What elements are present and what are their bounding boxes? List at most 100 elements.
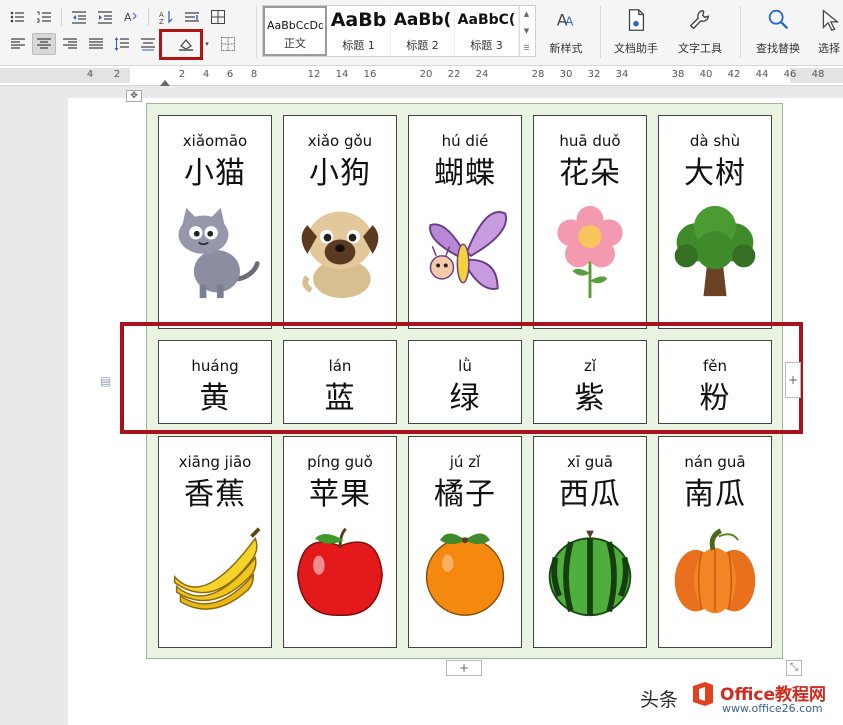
orange-icon <box>417 523 513 619</box>
ruler-number: 28 <box>531 69 545 80</box>
ruler-number: 24 <box>475 69 489 80</box>
doc-assistant-button[interactable]: 文档助手 <box>610 6 662 58</box>
bullet-list-icon[interactable] <box>6 6 30 28</box>
new-style-icon: AA <box>552 6 580 34</box>
hanzi-text: 大树 <box>684 156 746 191</box>
style-label: 标题 1 <box>342 39 375 52</box>
ruler-margin-left <box>0 68 130 83</box>
align-right-icon[interactable] <box>58 33 82 55</box>
style-label: 标题 2 <box>406 39 439 52</box>
numbered-list-icon[interactable] <box>32 6 56 28</box>
butterfly-icon <box>417 202 513 302</box>
svg-text:A: A <box>565 15 574 29</box>
style-sample: AaBbC( <box>457 12 516 28</box>
table-resize-handle[interactable]: ⤡ <box>786 660 802 676</box>
ruler-number: 48 <box>811 69 825 80</box>
ruler-number: 42 <box>727 69 741 80</box>
text-tools-label: 文字工具 <box>678 42 722 55</box>
card-fruit[interactable]: píng guǒ 苹果 <box>283 436 397 648</box>
new-style-button[interactable]: AA 新样式 <box>542 6 590 58</box>
ruler-number: 16 <box>363 69 377 80</box>
hanzi-text: 蝴蝶 <box>434 156 496 191</box>
hanzi-text: 西瓜 <box>559 477 621 512</box>
ruler-number: 38 <box>671 69 685 80</box>
text-direction-icon[interactable]: A <box>119 6 143 28</box>
indent-marker[interactable] <box>160 80 170 86</box>
hanzi-text: 小猫 <box>184 156 246 191</box>
hanzi-text: 橘子 <box>434 477 496 512</box>
distribute-icon[interactable] <box>136 33 160 55</box>
ruler-number: 4 <box>86 69 94 80</box>
style-heading-3[interactable]: AaBbC( 标题 3 <box>455 6 519 56</box>
ruler-number: 20 <box>419 69 433 80</box>
ruler-number: 6 <box>226 69 234 80</box>
page-marker-icon: ▤ <box>100 374 112 388</box>
chevron-down-icon[interactable]: ▼ <box>524 27 529 35</box>
style-heading-1[interactable]: AaBb 标题 1 <box>327 6 391 56</box>
select-label: 选择 <box>818 42 840 55</box>
table-move-handle[interactable]: ✥ <box>126 90 142 102</box>
ruler-number: 40 <box>699 69 713 80</box>
justify-icon[interactable] <box>84 33 108 55</box>
increase-indent-icon[interactable] <box>93 6 117 28</box>
selected-row-highlight <box>120 322 803 434</box>
hanzi-text: 苹果 <box>309 477 371 512</box>
search-icon <box>764 6 792 34</box>
card-animal[interactable]: hú dié 蝴蝶 <box>408 115 522 329</box>
expand-icon[interactable]: ☰ <box>523 44 529 52</box>
show-marks-icon[interactable] <box>180 6 204 28</box>
style-sample: AaBbCcDd <box>267 19 323 32</box>
ruler-number: 32 <box>587 69 601 80</box>
add-row-button[interactable]: + <box>446 660 482 676</box>
card-fruit[interactable]: jú zǐ 橘子 <box>408 436 522 648</box>
svg-text:A: A <box>124 11 132 24</box>
table-borders-icon[interactable] <box>206 6 230 28</box>
ruler-number: 46 <box>783 69 797 80</box>
card-animal[interactable]: huā duǒ 花朵 <box>533 115 647 329</box>
text-tools-button[interactable]: 文字工具 <box>670 6 730 58</box>
select-button[interactable]: 选择 <box>814 6 843 58</box>
sort-icon[interactable]: AZ <box>154 6 178 28</box>
watermark-url: www.office26.com <box>722 702 823 715</box>
style-gallery-scroll[interactable]: ▲ ▼ ☰ <box>519 6 533 56</box>
card-fruit[interactable]: nán guā 南瓜 <box>658 436 772 648</box>
style-heading-2[interactable]: AaBb( 标题 2 <box>391 6 455 56</box>
card-fruit[interactable]: xī guā 西瓜 <box>533 436 647 648</box>
pumpkin-icon <box>667 523 763 619</box>
ruler-number: 22 <box>447 69 461 80</box>
watermark-text: 头条 <box>640 689 679 711</box>
ruler-number: 2 <box>178 69 186 80</box>
svg-text:Z: Z <box>159 18 164 25</box>
style-sample: AaBb( <box>393 10 452 30</box>
find-replace-button[interactable]: 查找替换 <box>748 6 808 58</box>
paragraph-row-2: ▾ <box>6 33 240 55</box>
align-center-icon[interactable] <box>32 33 56 55</box>
card-animal[interactable]: xiǎo gǒu 小狗 <box>283 115 397 329</box>
ruler-number: 2 <box>113 69 121 80</box>
style-normal[interactable]: AaBbCcDd 正文 <box>263 6 327 56</box>
card-animal[interactable]: dà shù 大树 <box>658 115 772 329</box>
ruler-number: 4 <box>202 69 210 80</box>
style-gallery: AaBbCcDd 正文 AaBb 标题 1 AaBb( 标题 2 AaBbC( … <box>262 5 536 57</box>
apple-icon <box>292 523 388 619</box>
doc-assistant-label: 文档助手 <box>614 42 658 55</box>
decrease-indent-icon[interactable] <box>67 6 91 28</box>
new-style-label: 新样式 <box>549 42 583 55</box>
borders-icon[interactable] <box>216 33 240 55</box>
align-left-icon[interactable] <box>6 33 30 55</box>
chevron-up-icon[interactable]: ▲ <box>524 10 529 18</box>
hanzi-text: 花朵 <box>559 156 621 191</box>
card-animal[interactable]: xiǎomāo 小猫 <box>158 115 272 329</box>
horizontal-ruler[interactable]: 4 2 2 4 6 8 12 14 16 20 22 24 28 30 32 3… <box>0 66 843 86</box>
ruler-number: 44 <box>755 69 769 80</box>
line-spacing-icon[interactable] <box>110 33 134 55</box>
ruler-number: 8 <box>250 69 258 80</box>
card-fruit[interactable]: xiāng jiāo 香蕉 <box>158 436 272 648</box>
separator <box>600 6 601 58</box>
style-label: 标题 3 <box>470 39 503 52</box>
add-column-button[interactable]: + <box>785 362 801 398</box>
ruler-number: 14 <box>335 69 349 80</box>
cursor-icon <box>815 6 843 34</box>
ruler-number: 34 <box>615 69 629 80</box>
shading-highlight-box <box>159 29 203 60</box>
